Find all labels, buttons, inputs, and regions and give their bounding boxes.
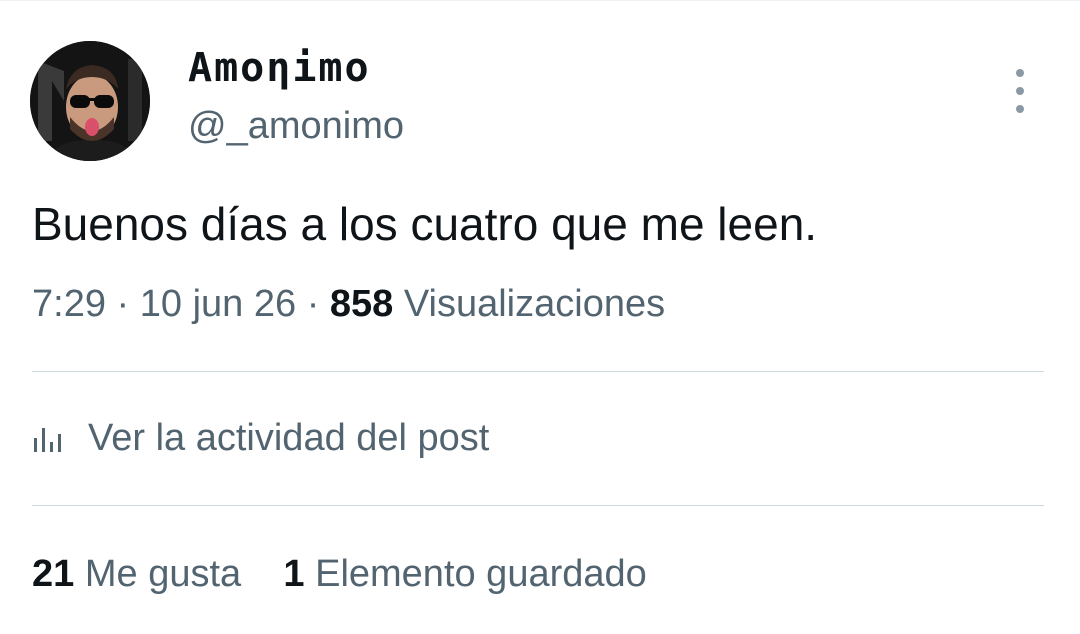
dot	[1016, 69, 1024, 77]
view-post-activity-button[interactable]: Ver la actividad del post	[32, 417, 489, 460]
separator: ·	[116, 283, 130, 325]
analytics-icon	[34, 427, 61, 452]
bookmarks-count: 1	[283, 553, 305, 595]
tweet-meta: 7:29 · 10 jun 26 · 858 Visualizaciones	[32, 283, 665, 326]
activity-label: Ver la actividad del post	[88, 417, 490, 459]
avatar[interactable]	[30, 41, 150, 161]
likes-count: 21	[32, 553, 75, 595]
likes-stat[interactable]: 21 Me gusta	[32, 553, 241, 595]
dot	[1016, 87, 1024, 95]
profile-photo-icon	[30, 41, 150, 161]
display-name[interactable]: Amoηimo	[188, 45, 371, 91]
tweet-detail: Amoηimo @_amonimo Buenos días a los cuat…	[0, 0, 1080, 634]
engagement-stats: 21 Me gusta 1 Elemento guardado	[32, 553, 647, 596]
user-handle[interactable]: @_amonimo	[188, 105, 404, 148]
tweet-date[interactable]: 10 jun 26	[140, 283, 296, 325]
views-label: Visualizaciones	[403, 283, 666, 325]
dot	[1016, 105, 1024, 113]
more-options-icon[interactable]	[1006, 69, 1034, 113]
bookmarks-stat[interactable]: 1 Elemento guardado	[283, 553, 646, 595]
bookmarks-label: Elemento guardado	[315, 553, 647, 595]
likes-label: Me gusta	[84, 553, 242, 595]
divider	[32, 371, 1044, 372]
separator: ·	[306, 283, 320, 325]
tweet-time[interactable]: 7:29	[32, 283, 106, 325]
tweet-text: Buenos días a los cuatro que me leen.	[32, 198, 818, 250]
divider	[32, 505, 1044, 506]
views-count: 858	[329, 283, 394, 325]
